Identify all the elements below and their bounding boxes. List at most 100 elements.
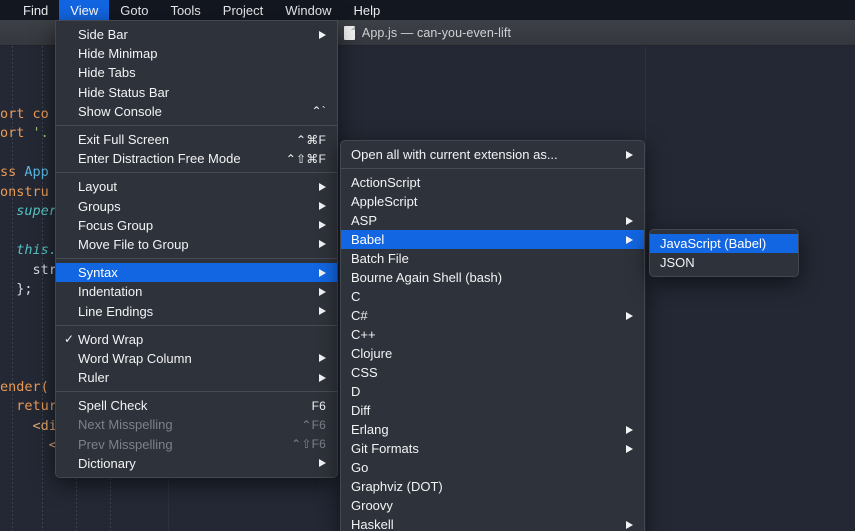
view-menu-item-line-endings[interactable]: Line Endings [56,301,337,320]
syntax-submenu-panel[interactable]: Open all with current extension as... Act… [340,140,645,531]
code-token: this. [0,242,57,258]
code-token: < [0,437,57,453]
view-menu-item-word-wrap-column[interactable]: Word Wrap Column [56,349,337,368]
menubar-item-label: Project [222,2,264,18]
view-menu-item-ruler[interactable]: Ruler [56,368,337,387]
menu-bar[interactable]: Find View Goto Tools Project Window Help [0,0,855,20]
menu-item-label: Line Endings [78,303,154,319]
submenu-arrow-icon [319,287,326,296]
submenu-arrow-icon [319,459,326,468]
syntax-menu-item-clojure[interactable]: Clojure [341,344,644,363]
view-menu-item-word-wrap[interactable]: ✓ Word Wrap [56,330,337,349]
submenu-arrow-icon [319,240,326,249]
submenu-arrow-icon [626,425,633,434]
submenu-arrow-icon [626,235,633,244]
menu-item-label: Hide Minimap [78,46,158,62]
menubar-item-label: Help [353,2,381,18]
menubar-item-goto[interactable]: Goto [109,0,159,20]
view-menu-item-hide-tabs[interactable]: Hide Tabs [56,63,337,82]
menu-item-label: Indentation [78,284,143,300]
submenu-arrow-icon [626,311,633,320]
view-menu-item-focus-group[interactable]: Focus Group [56,216,337,235]
menu-separator [341,168,644,169]
menu-item-label: CSS [351,365,378,380]
syntax-menu-item-groovy[interactable]: Groovy [341,496,644,515]
syntax-menu-item-c[interactable]: C++ [341,325,644,344]
menubar-item-view[interactable]: View [59,0,110,20]
syntax-menu-item-babel[interactable]: Babel [341,230,644,249]
menubar-item-label: Window [285,2,332,18]
syntax-menu-item-c[interactable]: C# [341,306,644,325]
view-menu-item-next-misspelling: Next Misspelling ⌃F6 [56,415,337,434]
syntax-menu-item-applescript[interactable]: AppleScript [341,192,644,211]
syntax-menu-item-actionscript[interactable]: ActionScript [341,173,644,192]
menubar-item-project[interactable]: Project [212,0,274,20]
menu-item-label: Erlang [351,422,389,437]
view-menu-panel[interactable]: Side Bar Hide Minimap Hide Tabs Hide Status… [55,20,338,478]
view-menu-item-hide-status-bar[interactable]: Hide Status Bar [56,83,337,102]
view-menu-item-spell-check[interactable]: Spell Check F6 [56,396,337,415]
syntax-menu-item-go[interactable]: Go [341,458,644,477]
menu-separator [56,172,337,174]
syntax-menu-item-css[interactable]: CSS [341,363,644,382]
menu-item-label: Ruler [78,370,110,386]
menu-item-label: Spell Check [78,398,148,414]
syntax-menu-item-git-formats[interactable]: Git Formats [341,439,644,458]
code-token: super [0,203,57,219]
syntax-menu-item-batch-file[interactable]: Batch File [341,249,644,268]
menu-item-label: Syntax [78,265,118,281]
view-menu-item-groups[interactable]: Groups [56,197,337,216]
menu-item-label: Word Wrap Column [78,350,192,366]
menu-item-label: Hide Tabs [78,65,136,81]
submenu-arrow-icon [626,216,633,225]
view-menu-item-move-file-to-group[interactable]: Move File to Group [56,235,337,254]
menu-item-label: C++ [351,327,376,342]
submenu-arrow-icon [319,268,326,277]
babel-menu-item-javascript-babel[interactable]: JavaScript (Babel) [650,234,798,253]
code-token: ort co [0,105,49,122]
menubar-item-window[interactable]: Window [274,0,342,20]
view-menu-item-enter-distraction-free-mode[interactable]: Enter Distraction Free Mode ⌃⇧⌘F [56,149,337,168]
syntax-menu-item-diff[interactable]: Diff [341,401,644,420]
view-menu-item-hide-minimap[interactable]: Hide Minimap [56,44,337,63]
menu-item-label: Open all with current extension as... [351,147,558,162]
babel-menu-item-json[interactable]: JSON [650,253,798,272]
view-menu-item-syntax[interactable]: Syntax [56,263,337,283]
babel-submenu-panel[interactable]: JavaScript (Babel) JSON [649,229,799,277]
view-menu-item-side-bar[interactable]: Side Bar [56,25,337,44]
syntax-menu-item-asp[interactable]: ASP [341,211,644,230]
menubar-item-label: Tools [170,2,201,18]
menu-item-label: Move File to Group [78,236,189,252]
menu-item-label: Groups [78,198,121,214]
syntax-menu-item-open-all-with-current-extension-as[interactable]: Open all with current extension as... [341,145,644,164]
view-menu-item-indentation[interactable]: Indentation [56,282,337,301]
menu-item-label: Word Wrap [78,331,144,347]
menu-item-label: ASP [351,213,378,228]
menubar-item-tools[interactable]: Tools [159,0,211,20]
submenu-arrow-icon [319,202,326,211]
syntax-menu-item-d[interactable]: D [341,382,644,401]
view-menu-item-exit-full-screen[interactable]: Exit Full Screen ⌃⌘F [56,130,337,149]
syntax-menu-item-graphviz-dot[interactable]: Graphviz (DOT) [341,477,644,496]
menu-item-label: D [351,384,361,399]
code-token: App [24,164,49,180]
menu-item-label: Batch File [351,251,409,266]
syntax-menu-item-haskell[interactable]: Haskell [341,515,644,531]
menu-item-label: Layout [78,179,118,195]
menu-item-label: JavaScript (Babel) [660,236,767,251]
code-token: <di [0,417,57,434]
menubar-item-help[interactable]: Help [343,0,392,20]
app-root: ort co ort '. ss App onstru super this. st… [0,0,855,531]
menubar-item-find[interactable]: Find [12,0,59,20]
view-menu-item-show-console[interactable]: Show Console ⌃` [56,102,337,121]
syntax-menu-item-erlang[interactable]: Erlang [341,420,644,439]
menu-item-label: C# [351,308,368,323]
menu-item-shortcut: ⌃F6 [301,417,326,432]
view-menu-item-dictionary[interactable]: Dictionary [56,454,337,473]
syntax-menu-item-c[interactable]: C [341,287,644,306]
menu-item-label: Babel [351,232,385,247]
view-menu-item-layout[interactable]: Layout [56,177,337,196]
syntax-menu-item-bourne-again-shell-bash[interactable]: Bourne Again Shell (bash) [341,268,644,287]
submenu-arrow-icon [319,307,326,316]
submenu-arrow-icon [319,354,326,363]
